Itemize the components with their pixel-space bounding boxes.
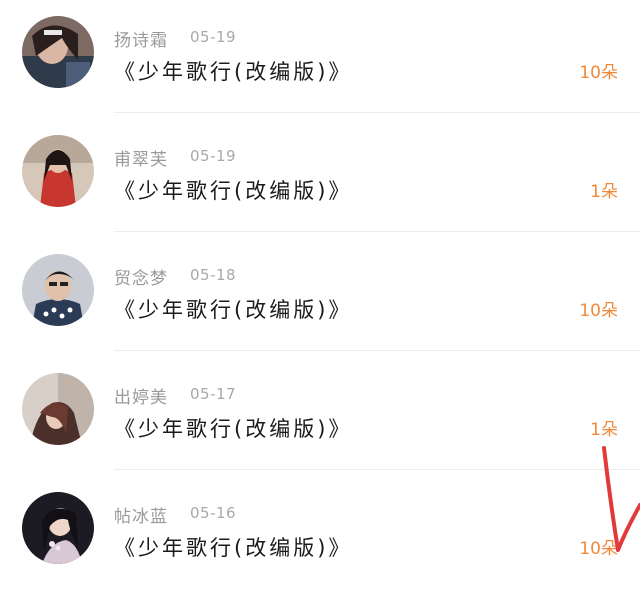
book-title[interactable]: 《少年歌行(改编版)》	[114, 294, 352, 324]
flower-count: 10朵	[579, 539, 618, 559]
flower-count: 1朵	[590, 182, 618, 202]
list-item[interactable]: 扬诗霜 05-19 《少年歌行(改编版)》 10朵	[0, 0, 640, 119]
book-title[interactable]: 《少年歌行(改编版)》	[114, 56, 352, 86]
gift-record-list: 扬诗霜 05-19 《少年歌行(改编版)》 10朵 甫翠芙 05-19 《少年歌…	[0, 0, 640, 585]
sender-name: 贸念梦	[114, 269, 168, 289]
sender-name: 甫翠芙	[114, 150, 168, 170]
sender-name: 出婷美	[114, 388, 168, 408]
flower-count: 10朵	[579, 63, 618, 83]
gift-date: 05-18	[190, 266, 237, 284]
sender-name: 帖冰蓝	[114, 507, 168, 527]
list-item[interactable]: 甫翠芙 05-19 《少年歌行(改编版)》 1朵	[0, 119, 640, 238]
divider	[114, 350, 640, 351]
flower-count: 1朵	[590, 420, 618, 440]
list-item[interactable]: 帖冰蓝 05-16 《少年歌行(改编版)》 10朵	[0, 476, 640, 595]
avatar[interactable]	[22, 373, 94, 445]
gift-date: 05-17	[190, 385, 237, 403]
avatar[interactable]	[22, 254, 94, 326]
book-title[interactable]: 《少年歌行(改编版)》	[114, 532, 352, 562]
flower-count: 10朵	[579, 301, 618, 321]
avatar[interactable]	[22, 16, 94, 88]
gift-date: 05-19	[190, 147, 237, 165]
divider	[114, 469, 640, 470]
avatar[interactable]	[22, 492, 94, 564]
avatar[interactable]	[22, 135, 94, 207]
gift-date: 05-16	[190, 504, 237, 522]
gift-date: 05-19	[190, 28, 237, 46]
book-title[interactable]: 《少年歌行(改编版)》	[114, 175, 352, 205]
list-item[interactable]: 出婷美 05-17 《少年歌行(改编版)》 1朵	[0, 357, 640, 476]
book-title[interactable]: 《少年歌行(改编版)》	[114, 413, 352, 443]
list-item[interactable]: 贸念梦 05-18 《少年歌行(改编版)》 10朵	[0, 238, 640, 357]
divider	[114, 231, 640, 232]
divider	[114, 112, 640, 113]
sender-name: 扬诗霜	[114, 31, 168, 51]
